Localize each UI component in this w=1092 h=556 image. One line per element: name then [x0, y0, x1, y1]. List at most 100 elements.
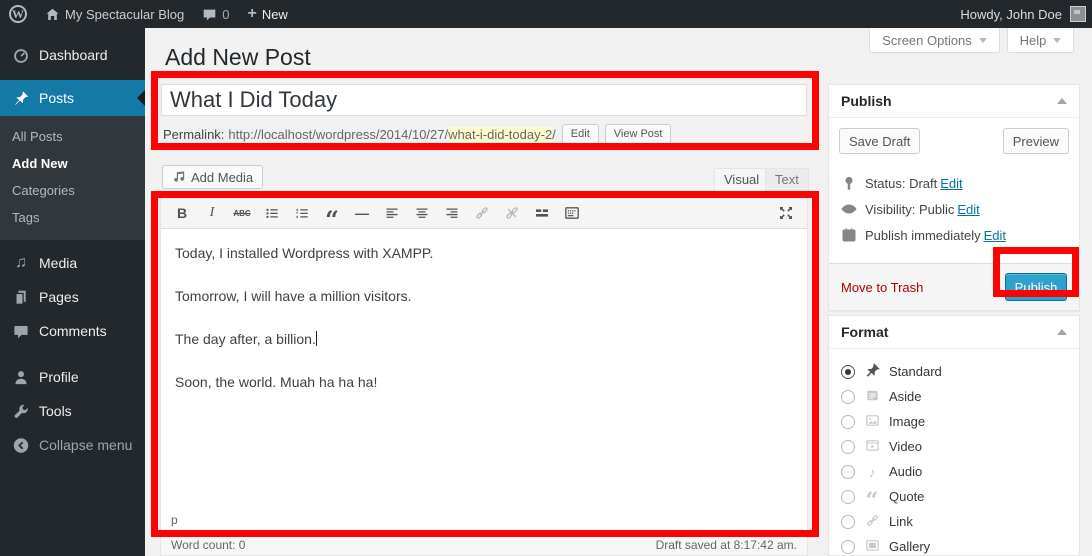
- sidebar-item-comments[interactable]: Comments: [0, 314, 145, 348]
- numbered-list-button[interactable]: [289, 201, 315, 225]
- site-name: My Spectacular Blog: [65, 7, 184, 22]
- submenu-categories[interactable]: Categories: [0, 177, 145, 204]
- toolbar-toggle-button[interactable]: [559, 201, 585, 225]
- post-editor: B I ABC “ — Today, I installed Wordpress…: [160, 197, 808, 556]
- align-left-button[interactable]: [379, 201, 405, 225]
- image-icon: [865, 413, 880, 428]
- strikethrough-button[interactable]: ABC: [229, 201, 255, 225]
- format-option-link[interactable]: Link: [841, 509, 1067, 534]
- save-draft-button[interactable]: Save Draft: [839, 128, 920, 154]
- editor-content-area[interactable]: Today, I installed Wordpress with XAMPP.…: [161, 229, 807, 511]
- text-cursor: [316, 331, 317, 346]
- collapse-arrow-icon[interactable]: [1057, 324, 1067, 335]
- radio-aside[interactable]: [841, 390, 855, 404]
- edit-visibility-link[interactable]: Edit: [957, 202, 979, 217]
- format-option-audio[interactable]: ♪ Audio: [841, 459, 1067, 484]
- comments-shortcut[interactable]: 0: [193, 0, 238, 28]
- format-option-video[interactable]: Video: [841, 434, 1067, 459]
- status-pin-icon: [841, 176, 857, 191]
- audio-icon: ♪: [864, 465, 880, 479]
- collapse-menu-button[interactable]: Collapse menu: [0, 428, 145, 462]
- insert-link-button[interactable]: [469, 201, 495, 225]
- radio-audio[interactable]: [841, 465, 855, 479]
- new-content-menu[interactable]: + New: [238, 0, 296, 28]
- blockquote-button[interactable]: “: [319, 201, 345, 225]
- publish-button[interactable]: Publish: [1005, 273, 1067, 301]
- sidebar-item-pages[interactable]: Pages: [0, 280, 145, 314]
- sidebar-item-media[interactable]: ♫ Media: [0, 246, 145, 280]
- align-right-button[interactable]: [439, 201, 465, 225]
- bullet-list-button[interactable]: [259, 201, 285, 225]
- help-tab[interactable]: Help: [1007, 28, 1074, 53]
- pushpin-icon: [865, 363, 880, 378]
- screen-options-tab[interactable]: Screen Options: [869, 28, 1000, 53]
- sidebar-item-posts[interactable]: Posts: [0, 80, 145, 116]
- editor-paragraph: The day after, a billion.: [175, 329, 793, 350]
- permalink-edit-button[interactable]: Edit: [562, 124, 599, 144]
- format-box-header[interactable]: Format: [829, 316, 1079, 349]
- major-publishing-actions: Move to Trash Publish: [829, 263, 1079, 310]
- distraction-free-button[interactable]: [773, 201, 799, 225]
- more-tag-button[interactable]: [529, 201, 555, 225]
- misc-publishing-actions: Status: DraftEdit Visibility: PublicEdit…: [829, 164, 1079, 263]
- new-label: New: [262, 7, 288, 22]
- radio-video[interactable]: [841, 440, 855, 454]
- submenu-tags[interactable]: Tags: [0, 204, 145, 231]
- sidebar-item-profile[interactable]: Profile: [0, 360, 145, 394]
- permalink-trailing-slash: /: [552, 127, 556, 142]
- tab-text[interactable]: Text: [765, 168, 809, 191]
- chevron-down-icon: [1053, 38, 1061, 47]
- publish-box-header[interactable]: Publish: [829, 85, 1079, 118]
- wordpress-logo-button[interactable]: W: [0, 0, 36, 28]
- format-option-quote[interactable]: “ Quote: [841, 484, 1067, 509]
- pages-icon: [12, 289, 30, 306]
- preview-button[interactable]: Preview: [1003, 128, 1069, 154]
- post-title-input[interactable]: [161, 84, 807, 116]
- format-option-gallery[interactable]: Gallery: [841, 534, 1067, 556]
- status-value: Draft: [909, 176, 937, 191]
- status-label: Status:: [865, 176, 905, 191]
- format-box-title: Format: [841, 324, 888, 340]
- edit-status-link[interactable]: Edit: [940, 176, 962, 191]
- tab-visual[interactable]: Visual: [714, 168, 769, 191]
- permalink-slug: what-i-did-today-2: [448, 127, 552, 142]
- unlink-icon: [504, 205, 520, 221]
- numbered-list-icon: [294, 205, 310, 221]
- submenu-all-posts[interactable]: All Posts: [0, 123, 145, 150]
- format-option-standard[interactable]: Standard: [841, 359, 1067, 384]
- italic-button[interactable]: I: [199, 201, 225, 225]
- collapse-arrow-icon[interactable]: [1057, 93, 1067, 104]
- radio-image[interactable]: [841, 415, 855, 429]
- media-icon: ♫: [12, 255, 30, 271]
- link-icon: [865, 513, 880, 528]
- radio-gallery[interactable]: [841, 540, 855, 554]
- radio-link[interactable]: [841, 515, 855, 529]
- view-post-button[interactable]: View Post: [605, 124, 672, 144]
- align-center-button[interactable]: [409, 201, 435, 225]
- radio-quote[interactable]: [841, 490, 855, 504]
- profile-icon: [12, 369, 30, 386]
- remove-link-button[interactable]: [499, 201, 525, 225]
- move-to-trash-link[interactable]: Move to Trash: [841, 280, 923, 295]
- edit-schedule-link[interactable]: Edit: [984, 228, 1006, 243]
- align-center-icon: [414, 205, 430, 221]
- horizontal-rule-button[interactable]: —: [349, 201, 375, 225]
- format-option-image[interactable]: Image: [841, 409, 1067, 434]
- site-name-link[interactable]: My Spectacular Blog: [36, 0, 193, 28]
- add-media-button[interactable]: Add Media: [162, 165, 263, 189]
- visibility-row: Visibility: PublicEdit: [841, 201, 1067, 217]
- format-option-aside[interactable]: Aside: [841, 384, 1067, 409]
- bold-button[interactable]: B: [169, 201, 195, 225]
- editor-element-path[interactable]: p: [161, 511, 807, 534]
- submenu-add-new[interactable]: Add New: [0, 150, 145, 177]
- account-menu[interactable]: Howdy, John Doe: [960, 0, 1086, 28]
- radio-standard[interactable]: [841, 365, 855, 379]
- link-icon: [474, 205, 490, 221]
- fullscreen-icon: [778, 205, 794, 221]
- permalink-base: http://localhost/wordpress/2014/10/27/: [228, 127, 448, 142]
- dashboard-icon: [12, 47, 30, 64]
- wordpress-admin: W My Spectacular Blog 0 + New Howdy, Joh…: [0, 0, 1092, 556]
- sidebar-item-tools[interactable]: Tools: [0, 394, 145, 428]
- sidebar-item-dashboard[interactable]: Dashboard: [0, 38, 145, 72]
- menu-separator: [0, 348, 145, 360]
